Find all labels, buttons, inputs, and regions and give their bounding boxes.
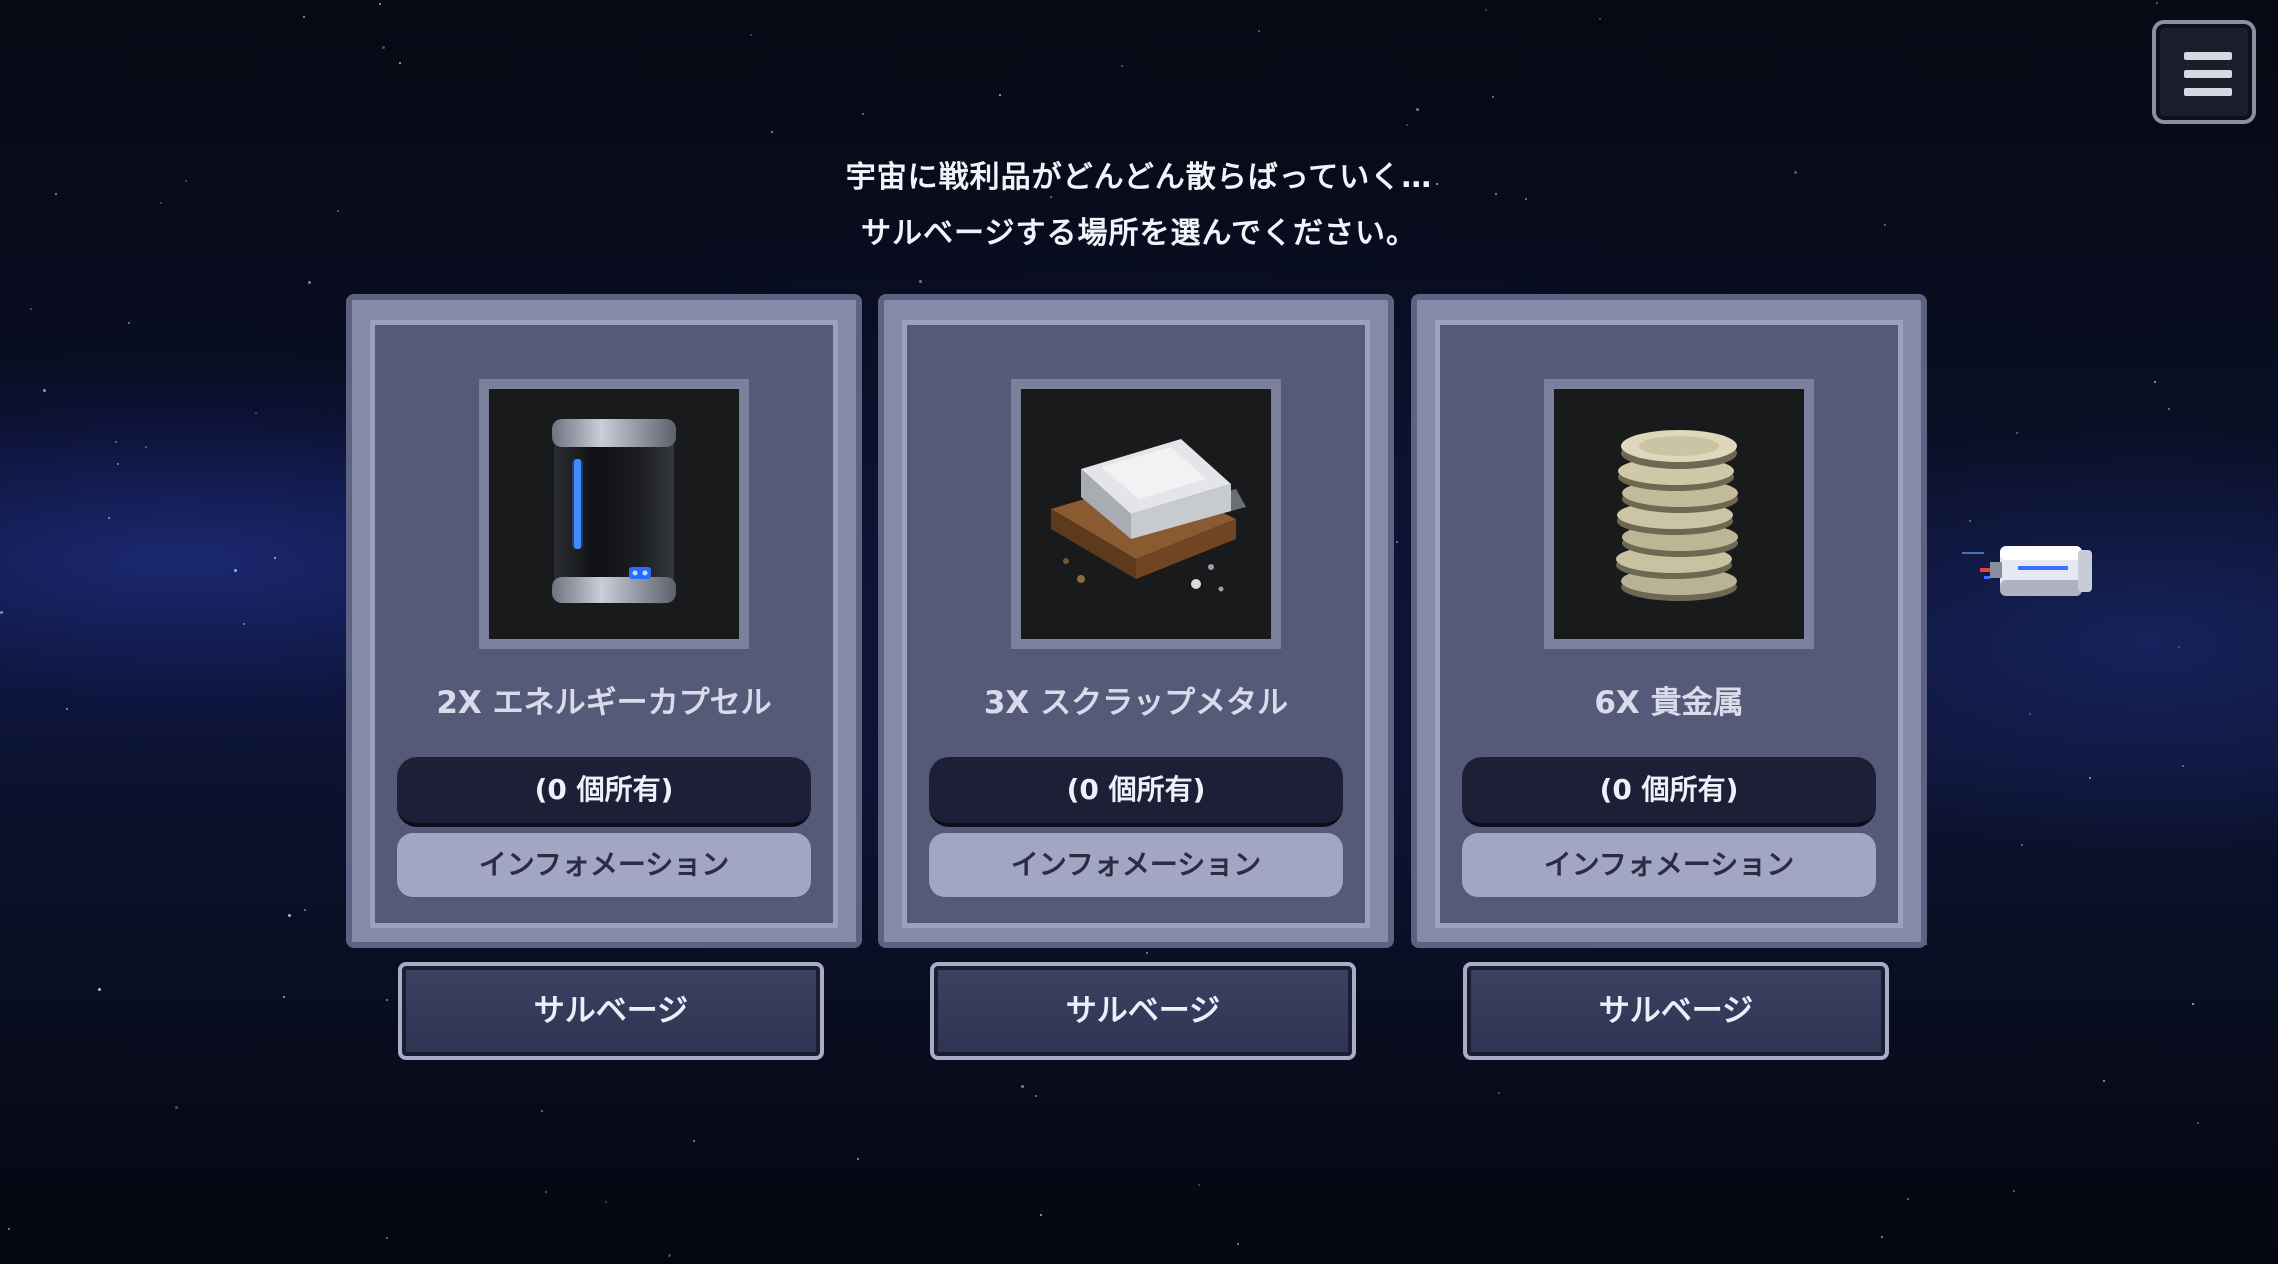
- information-button[interactable]: インフォメーション: [397, 833, 811, 897]
- star: [117, 463, 119, 465]
- item-image-frame: [1544, 379, 1814, 649]
- star: [1040, 1214, 1042, 1216]
- star: [919, 280, 922, 283]
- star: [750, 34, 752, 36]
- star: [1258, 30, 1260, 32]
- star: [605, 1201, 607, 1203]
- star: [2089, 777, 2091, 779]
- star: [999, 94, 1001, 96]
- information-button[interactable]: インフォメーション: [929, 833, 1343, 897]
- star: [115, 441, 117, 443]
- item-name: 6X 貴金属: [1594, 685, 1744, 721]
- star: [1406, 124, 1408, 126]
- star: [1881, 1236, 1883, 1238]
- star: [771, 131, 773, 133]
- star: [1050, 196, 1052, 198]
- star: [274, 557, 276, 559]
- star: [379, 3, 381, 5]
- owned-count: (0 個所有): [1462, 757, 1876, 827]
- salvage-button[interactable]: サルベージ: [398, 962, 824, 1060]
- star: [1485, 9, 1487, 11]
- star: [2016, 432, 2018, 434]
- item-name: 2X エネルギーカプセル: [436, 685, 772, 721]
- item-image-frame: [1011, 379, 1281, 649]
- star: [668, 1254, 671, 1257]
- star: [0, 611, 3, 614]
- star: [108, 517, 110, 519]
- star: [2192, 1003, 2194, 1005]
- star: [2168, 408, 2170, 410]
- precious-metal-coins-icon: [1616, 430, 1738, 601]
- star: [382, 46, 385, 49]
- star: [1021, 1085, 1024, 1088]
- star: [1525, 198, 1527, 200]
- information-button[interactable]: インフォメーション: [1462, 833, 1876, 897]
- star: [857, 1158, 859, 1160]
- star: [545, 1191, 547, 1193]
- star: [2182, 765, 2184, 767]
- salvage-button[interactable]: サルベージ: [930, 962, 1356, 1060]
- star: [2197, 1122, 2199, 1124]
- menu-button[interactable]: [2152, 20, 2256, 124]
- spaceship-icon: [1962, 546, 2092, 596]
- star: [234, 569, 237, 572]
- star: [308, 281, 311, 284]
- star: [43, 389, 46, 392]
- star: [1416, 108, 1419, 111]
- star: [1599, 18, 1601, 20]
- salvage-card-precious-metal: 6X 貴金属 (0 個所有) インフォメーション: [1411, 294, 1927, 948]
- star: [541, 1110, 543, 1112]
- star: [1198, 1184, 1200, 1186]
- star: [399, 62, 401, 64]
- star: [386, 999, 388, 1001]
- prompt-line-1: 宇宙に戦利品がどんどん散らばっていく…: [845, 160, 1433, 195]
- star: [1035, 1095, 1037, 1097]
- star: [1396, 541, 1398, 543]
- salvage-button[interactable]: サルベージ: [1463, 962, 1889, 1060]
- star: [2021, 844, 2023, 846]
- prompt-line-2: サルベージする場所を選んでください。: [861, 216, 1417, 251]
- scrap-metal-icon: [1051, 439, 1246, 592]
- star: [303, 16, 305, 18]
- star: [98, 988, 101, 991]
- star: [2178, 646, 2180, 648]
- star: [243, 623, 245, 625]
- star: [160, 202, 162, 204]
- salvage-card-scrap-metal: 3X スクラップメタル (0 個所有) インフォメーション: [878, 294, 1394, 948]
- star: [2013, 1190, 2015, 1192]
- item-image-frame: [479, 379, 749, 649]
- owned-count: (0 個所有): [397, 757, 811, 827]
- star: [145, 446, 147, 448]
- star: [2154, 381, 2156, 383]
- star: [128, 322, 130, 324]
- star: [283, 996, 285, 998]
- owned-count: (0 個所有): [929, 757, 1343, 827]
- star: [175, 1106, 178, 1109]
- item-name: 3X スクラップメタル: [983, 685, 1289, 721]
- star: [255, 412, 257, 414]
- star: [386, 1237, 388, 1239]
- star: [693, 1140, 695, 1142]
- star: [30, 308, 32, 310]
- star: [1146, 952, 1148, 954]
- star: [8, 1228, 10, 1230]
- star: [2029, 713, 2031, 715]
- star: [1237, 1243, 1239, 1245]
- star: [304, 909, 306, 911]
- star: [1907, 1198, 1909, 1200]
- energy-capsule-icon: [552, 419, 676, 604]
- star: [288, 914, 291, 917]
- star: [1492, 96, 1494, 98]
- star: [1969, 520, 1971, 522]
- star: [862, 113, 864, 115]
- star: [2156, 2, 2158, 4]
- star: [66, 708, 68, 710]
- salvage-card-energy-capsule: 2X エネルギーカプセル (0 個所有) インフォメーション: [346, 294, 862, 948]
- star: [2103, 1080, 2105, 1082]
- star: [1498, 1092, 1500, 1094]
- star: [1121, 65, 1123, 67]
